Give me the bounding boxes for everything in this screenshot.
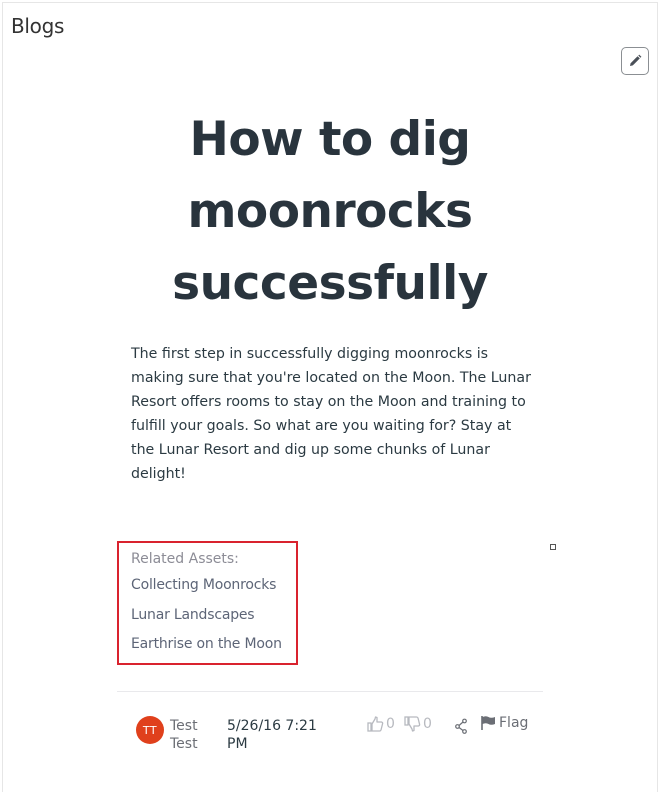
thumbs-up-count: 0 — [386, 716, 395, 732]
thumbs-up-button[interactable]: 0 — [367, 716, 395, 732]
related-asset-link[interactable]: Earthrise on the Moon — [131, 636, 282, 652]
author-name[interactable]: Test Test — [170, 717, 220, 753]
thumbs-down-icon — [404, 716, 421, 732]
flag-icon — [481, 716, 495, 730]
thumbs-up-icon — [367, 716, 384, 732]
related-assets-panel: Related Assets: Collecting Moonrocks Lun… — [117, 541, 298, 665]
edit-button[interactable] — [621, 47, 649, 75]
author-avatar: TT — [136, 716, 164, 744]
share-icon — [455, 718, 467, 734]
thumbs-down-count: 0 — [423, 716, 432, 732]
entry-date: 5/26/16 7:21 PM — [227, 718, 317, 752]
thumbs-down-button[interactable]: 0 — [404, 716, 432, 732]
pencil-icon — [630, 54, 642, 66]
entry-title: How to dig moonrocks successfully — [172, 112, 488, 311]
flag-label: Flag — [499, 715, 529, 731]
footer-divider — [117, 691, 543, 692]
entry-body: The first step in successfully digging m… — [131, 346, 531, 482]
expand-handle[interactable] — [550, 544, 556, 550]
related-asset-link[interactable]: Collecting Moonrocks — [131, 577, 276, 593]
portlet-title: Blogs — [11, 14, 65, 38]
related-assets-label: Related Assets: — [131, 551, 239, 567]
flag-button[interactable]: Flag — [480, 715, 528, 731]
share-button[interactable] — [454, 718, 468, 739]
related-asset-link[interactable]: Lunar Landscapes — [131, 607, 255, 623]
